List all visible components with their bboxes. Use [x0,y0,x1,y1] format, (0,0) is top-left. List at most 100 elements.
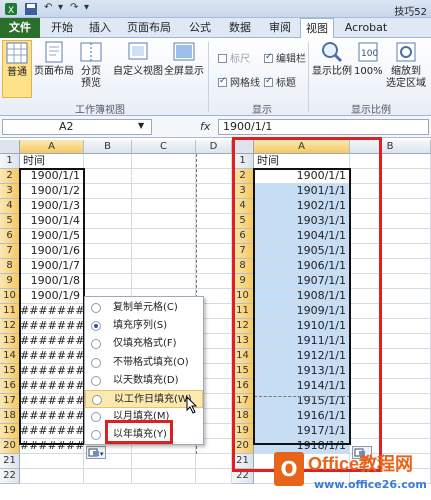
name-box-dropdown-icon[interactable]: ▼ [138,121,144,130]
cell-c5[interactable] [132,214,196,229]
zoom-button[interactable]: 显示比例 [312,40,352,78]
cell-c8[interactable] [132,259,196,274]
tab-insert[interactable]: 插入 [82,18,118,38]
row-header[interactable]: 14 [0,349,20,364]
excel-icon[interactable]: X [4,2,18,16]
tab-data[interactable]: 数据 [222,18,258,38]
row-header[interactable]: 5 [0,214,20,229]
tab-acrobat[interactable]: Acrobat [340,18,392,38]
tab-page-layout[interactable]: 页面布局 [120,18,178,38]
customize-toolbar-icon[interactable]: ▾ [84,2,89,16]
cell-c1[interactable] [132,154,196,169]
zoom-100-button[interactable]: 100 100% [354,40,383,78]
column-header-b[interactable]: B [84,140,132,154]
tab-view[interactable]: 视图 [300,18,334,39]
cell-d7[interactable] [196,244,232,259]
undo-dropdown-icon[interactable]: ▾ [58,2,63,16]
autofill-options-button[interactable]: ▾ [86,446,106,459]
zoom-to-selection-button[interactable]: 缩放到 选定区域 [384,40,428,90]
row-header[interactable]: 6 [0,229,20,244]
cell-b5[interactable] [84,214,132,229]
autofill-menu-item[interactable]: 不带格式填充(O) [85,354,203,372]
cell-b4[interactable] [84,199,132,214]
page-layout-view-button[interactable]: 页面布局 [34,40,74,78]
cell-d9[interactable] [196,274,232,289]
column-header-d[interactable]: D [196,140,232,154]
autofill-menu-item[interactable]: 仅填充格式(F) [85,335,203,353]
cell-d3[interactable] [196,184,232,199]
cell-a21[interactable] [20,454,84,469]
cell-c4[interactable] [132,199,196,214]
row-header[interactable]: 3 [0,184,20,199]
cell-a1[interactable]: 时间 [20,154,84,169]
tab-formulas[interactable]: 公式 [182,18,218,38]
cell-c3[interactable] [132,184,196,199]
cell-c21[interactable] [132,454,196,469]
row-header[interactable]: 17 [0,394,20,409]
cell-c6[interactable] [132,229,196,244]
autofill-menu-item[interactable]: 复制单元格(C) [85,299,203,317]
select-all-corner-left[interactable] [0,140,20,154]
insert-function-button[interactable]: fx [200,120,210,133]
row-header[interactable]: 4 [0,199,20,214]
cell-a22[interactable] [20,469,84,484]
row-header[interactable]: 15 [0,364,20,379]
row-header[interactable]: 18 [0,409,20,424]
row-header[interactable]: 20 [0,439,20,454]
row-header[interactable]: 16 [0,379,20,394]
cell-c9[interactable] [132,274,196,289]
row-header[interactable]: 10 [0,289,20,304]
custom-views-button[interactable]: 自定义视图 [112,40,164,78]
headings-checkbox[interactable]: 标题 [264,74,296,89]
tab-file[interactable]: 文件 [0,18,40,38]
cell-d4[interactable] [196,199,232,214]
redo-icon[interactable]: ↷ [70,2,78,16]
tab-review[interactable]: 审阅 [262,18,298,38]
row-header[interactable]: 7 [0,244,20,259]
cell-b22[interactable] [84,469,132,484]
cell-d5[interactable] [196,214,232,229]
row-header[interactable]: 19 [0,424,20,439]
undo-icon[interactable]: ↶ [44,2,52,16]
cell-b7[interactable] [84,244,132,259]
row-header[interactable]: 22 [0,469,20,484]
row-header[interactable]: 9 [0,274,20,289]
cell-d6[interactable] [196,229,232,244]
cell-b8[interactable] [84,259,132,274]
autofill-menu-item[interactable]: 以天数填充(D) [85,372,203,390]
cell-d21[interactable] [196,454,232,469]
row-header[interactable]: 21 [0,454,20,469]
cell-c7[interactable] [132,244,196,259]
tab-home[interactable]: 开始 [44,18,80,38]
cell-d22[interactable] [196,469,232,484]
column-header-c[interactable]: C [132,140,196,154]
row-header[interactable]: 8 [0,259,20,274]
normal-view-button[interactable]: 普通 [2,40,32,98]
cell-b6[interactable] [84,229,132,244]
cell-d2[interactable] [196,169,232,184]
page-break-preview-button[interactable]: 分页 预览 [76,40,106,90]
name-box[interactable]: A2 [2,119,152,135]
cell-c2[interactable] [132,169,196,184]
cell-c22[interactable] [132,469,196,484]
row-header[interactable]: 2 [0,169,20,184]
cell-b3[interactable] [84,184,132,199]
gridlines-checkbox[interactable]: 网格线 [218,74,260,89]
fullscreen-button[interactable]: 全屏显示 [164,40,204,78]
cell-b9[interactable] [84,274,132,289]
autofill-menu-item[interactable]: 填充序列(S) [85,317,203,335]
cell-b1[interactable] [84,154,132,169]
normal-view-icon [6,42,28,64]
cell-b2[interactable] [84,169,132,184]
formula-bar-checkbox[interactable]: 编辑栏 [264,50,306,65]
row-header[interactable]: 11 [0,304,20,319]
column-header-a[interactable]: A [20,140,84,154]
row-header[interactable]: 13 [0,334,20,349]
ruler-checkbox[interactable]: 标尺 [218,50,250,65]
row-header[interactable]: 12 [0,319,20,334]
row-header[interactable]: 1 [0,154,20,169]
formula-input[interactable]: 1900/1/1 [218,119,429,135]
save-icon[interactable] [24,2,38,16]
cell-d8[interactable] [196,259,232,274]
cell-d1[interactable] [196,154,232,169]
